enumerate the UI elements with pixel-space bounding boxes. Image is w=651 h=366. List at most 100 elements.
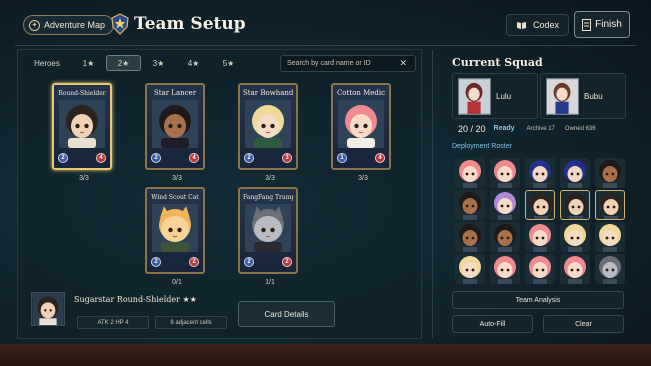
card-name: Cotton Medic [336,89,386,97]
card-details-button[interactable]: Card Details [238,301,335,327]
round-shielder-portrait-icon [59,100,105,148]
clear-search-icon[interactable]: ✕ [399,58,407,69]
roster-slot[interactable] [560,254,590,284]
selected-card-thumbnail [31,292,65,326]
clear-button[interactable]: Clear [543,315,624,333]
tab-5-star[interactable]: 5★ [211,55,246,71]
search-placeholder: Search by card name or ID [287,60,371,67]
squad-count: 20 / 20 [458,123,486,134]
cost-badge: 2 [151,153,161,163]
round-shielder-portrait-icon [32,293,64,325]
card-fangfang-trumpeter[interactable]: FangFang Trumpeter 2 2 [238,187,298,274]
header-divider [15,45,636,46]
roster-portrait-icon [565,193,587,219]
roster-portrait-icon [494,160,516,188]
roster-slot[interactable] [490,222,520,252]
book-icon [517,21,526,29]
ready-status: Ready [493,125,515,132]
current-squad-title: Current Squad [452,56,543,69]
roster-portrait-icon [459,256,481,284]
card-round-shielder[interactable]: Round-Shielder 2 4 [52,83,112,170]
card-star-bowhand[interactable]: Star Bowhand 2 3 [238,83,298,170]
squad-slot-lulu[interactable]: Lulu [452,73,538,119]
roster-portrait-icon [600,193,622,219]
tab-2-star[interactable]: 2★ [106,55,141,71]
power-badge: 3 [282,153,292,163]
adventure-map-button[interactable]: ✦ Adventure Map [23,15,115,35]
finish-label: Finish [595,19,622,30]
squad-stats: 20 / 20 Ready Archive 17 Owned 636 [452,121,624,136]
roster-slot[interactable] [490,158,520,188]
document-icon [582,18,592,31]
card-wind-scout-cat[interactable]: Wind Scout Cat 2 2 [145,187,205,274]
roster-slot[interactable] [455,254,485,284]
bubu-name: Bubu [584,92,603,101]
roster-portrait-icon [599,256,621,284]
roster-portrait-icon [529,224,551,252]
power-badge: 4 [96,153,106,163]
tab-1-star[interactable]: 1★ [71,55,106,71]
tab-4-star[interactable]: 4★ [176,55,211,71]
lulu-name: Lulu [496,92,512,101]
lulu-avatar [458,78,491,115]
card-name: Wind Scout Cat [151,194,199,201]
cost-badge: 2 [244,153,254,163]
panel-divider [432,50,433,338]
squad-slot-bubu[interactable]: Bubu [540,73,626,119]
top-bar: ✦ Adventure Map Team Setup Codex Finish [0,0,651,46]
fangfang-trumpeter-portrait-icon [245,204,291,252]
cost-badge: 1 [337,153,347,163]
roster-slot[interactable] [525,254,555,284]
roster-slot[interactable] [595,190,625,220]
tab-heroes[interactable]: Heroes [23,55,71,71]
roster-slot[interactable] [490,190,520,220]
team-emblem-icon [111,13,129,35]
roster-slot[interactable] [525,222,555,252]
card-count: 3/3 [172,175,182,182]
cotton-medic-portrait-icon [338,100,384,148]
compass-icon: ✦ [29,19,40,31]
card-count: 3/3 [265,175,275,182]
card-count: 3/3 [358,175,368,182]
team-analysis-button[interactable]: Team Analysis [452,291,624,309]
roster-slot[interactable] [560,222,590,252]
card-count: 0/1 [172,279,182,286]
roster-slot[interactable] [455,158,485,188]
cost-badge: 2 [58,153,68,163]
card-name: FangFang Trumpeter [243,194,293,201]
star-lancer-portrait-icon [152,100,198,148]
card-name: Round-Shielder [58,90,106,97]
page-title: Team Setup [134,14,246,34]
wind-scout-cat-portrait-icon [152,204,198,252]
roster-slot[interactable] [560,190,590,220]
card-count: 3/3 [79,175,89,182]
roster-portrait-icon [494,256,516,284]
roster-slot[interactable] [595,254,625,284]
auto-fill-button[interactable]: Auto-Fill [452,315,533,333]
roster-slot[interactable] [455,222,485,252]
selected-card-name: Sugarstar Round-Shielder ★★ [74,295,197,304]
roster-slot[interactable] [595,158,625,188]
adventure-map-label: Adventure Map [44,20,106,30]
roster-portrait-icon [494,192,516,220]
roster-slot[interactable] [455,190,485,220]
roster-portrait-icon [529,256,551,284]
roster-portrait-icon [459,160,481,188]
roster-slot[interactable] [595,222,625,252]
card-star-lancer[interactable]: Star Lancer 2 4 [145,83,205,170]
roster-slot[interactable] [525,158,555,188]
cost-badge: 2 [151,257,161,267]
card-cotton-medic[interactable]: Cotton Medic 1 4 [331,83,391,170]
search-input[interactable]: Search by card name or ID ✕ [280,55,416,72]
bubu-avatar [546,78,579,115]
roster-portrait-icon [599,224,621,252]
power-badge: 2 [282,257,292,267]
roster-slot[interactable] [525,190,555,220]
finish-button[interactable]: Finish [574,11,630,38]
roster-portrait-icon [459,192,481,220]
codex-button[interactable]: Codex [506,14,570,36]
tab-3-star[interactable]: 3★ [141,55,176,71]
roster-slot[interactable] [490,254,520,284]
roster-slot[interactable] [560,158,590,188]
card-count: 1/1 [265,279,275,286]
